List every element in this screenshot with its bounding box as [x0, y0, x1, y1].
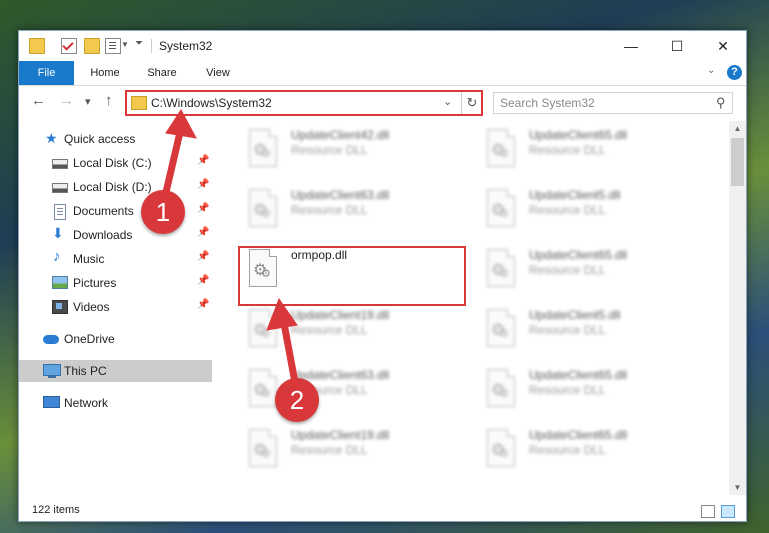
annotation-badge-1: 1	[141, 190, 185, 234]
annotation-arrows	[159, 109, 301, 397]
arrow-1-head	[165, 109, 197, 139]
annotation-badge-2: 2	[275, 378, 319, 422]
arrow-2-head	[266, 297, 298, 331]
